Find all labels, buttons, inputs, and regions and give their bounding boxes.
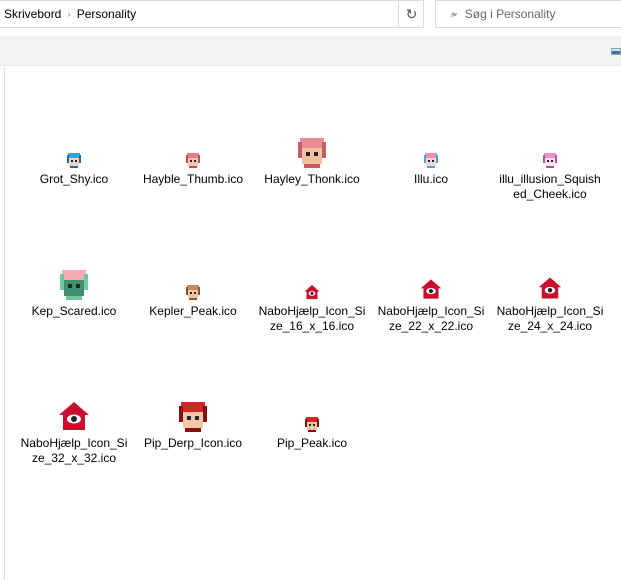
breadcrumb-item[interactable]: Skrivebord bbox=[4, 7, 61, 21]
search-placeholder: Søg i Personality bbox=[464, 7, 556, 21]
file-icon-box bbox=[137, 120, 249, 168]
file-name: Illu.ico bbox=[413, 172, 448, 186]
file-list: Grot_Shy.ico Hayble_Thumb.ico Hayley_Thonk… bbox=[4, 67, 621, 580]
file-icon-box bbox=[137, 252, 249, 300]
file-icon-box bbox=[18, 384, 130, 432]
file-item[interactable]: NaboHjælp_Icon_Size_24_x_24.ico bbox=[494, 252, 606, 334]
file-icon-box bbox=[137, 384, 249, 432]
file-item[interactable]: NaboHjælp_Icon_Size_16_x_16.ico bbox=[256, 252, 368, 334]
file-icon-box bbox=[256, 384, 368, 432]
file-name: NaboHjælp_Icon_Size_16_x_16.ico bbox=[258, 304, 366, 333]
blue-hair-character-icon bbox=[66, 152, 82, 168]
file-name: NaboHjælp_Icon_Size_24_x_24.ico bbox=[496, 304, 604, 333]
green-character-icon bbox=[58, 268, 90, 300]
file-icon-box bbox=[18, 252, 130, 300]
file-name: illu_illusion_Squished_Cheek.ico bbox=[499, 172, 601, 201]
file-item[interactable]: Hayble_Thumb.ico bbox=[137, 120, 249, 187]
file-item[interactable]: Kepler_Peak.ico bbox=[137, 252, 249, 319]
pink-hair-character-icon bbox=[542, 152, 558, 168]
refresh-icon: ↻ bbox=[405, 5, 418, 22]
red-house-eye-icon bbox=[420, 278, 442, 300]
toolbar bbox=[0, 36, 621, 66]
file-icon-box bbox=[494, 120, 606, 168]
file-item[interactable]: illu_illusion_Squished_Cheek.ico bbox=[494, 120, 606, 202]
file-name: Pip_Derp_Icon.ico bbox=[143, 436, 243, 450]
red-hair-character-icon bbox=[177, 400, 209, 432]
breadcrumb-item[interactable]: Personality bbox=[77, 7, 136, 21]
file-item[interactable]: NaboHjælp_Icon_Size_32_x_32.ico bbox=[18, 384, 130, 466]
red-hair-character-icon bbox=[304, 416, 320, 432]
search-input[interactable]: ⌕ Søg i Personality bbox=[435, 0, 621, 28]
file-name: Hayley_Thonk.ico bbox=[264, 172, 360, 186]
file-item[interactable]: NaboHjælp_Icon_Size_22_x_22.ico bbox=[375, 252, 487, 334]
file-icon-box bbox=[375, 252, 487, 300]
file-item[interactable]: Pip_Derp_Icon.ico bbox=[137, 384, 249, 451]
refresh-button[interactable]: ↻ bbox=[398, 0, 424, 28]
file-item[interactable]: Kep_Scared.ico bbox=[18, 252, 130, 319]
file-icon-box bbox=[375, 120, 487, 168]
file-name: Grot_Shy.ico bbox=[39, 172, 109, 186]
file-name: NaboHjælp_Icon_Size_22_x_22.ico bbox=[377, 304, 485, 333]
file-item[interactable]: Hayley_Thonk.ico bbox=[256, 120, 368, 187]
file-icon-box bbox=[494, 252, 606, 300]
red-house-eye-icon bbox=[58, 400, 90, 432]
address-bar[interactable]: Skrivebord › Personality bbox=[0, 0, 424, 28]
search-icon: ⌕ bbox=[450, 6, 457, 21]
file-icon-box bbox=[256, 120, 368, 168]
red-house-eye-icon bbox=[304, 284, 320, 300]
brown-hair-character-icon bbox=[185, 284, 201, 300]
pink-hair-character-icon bbox=[296, 136, 328, 168]
file-name: Hayble_Thumb.ico bbox=[142, 172, 244, 186]
file-item[interactable]: Illu.ico bbox=[375, 120, 487, 187]
file-name: Pip_Peak.ico bbox=[276, 436, 348, 450]
chevron-right-icon: › bbox=[67, 8, 71, 20]
red-house-eye-icon bbox=[538, 276, 562, 300]
file-name: Kep_Scared.ico bbox=[31, 304, 117, 318]
file-name: NaboHjælp_Icon_Size_32_x_32.ico bbox=[20, 436, 128, 465]
pink-hair-character-icon bbox=[185, 152, 201, 168]
file-icon-box bbox=[256, 252, 368, 300]
file-name: Kepler_Peak.ico bbox=[149, 304, 237, 318]
pink-cat-character-icon bbox=[423, 152, 439, 168]
preview-pane-icon[interactable] bbox=[611, 48, 621, 55]
file-icon-box bbox=[18, 120, 130, 168]
file-item[interactable]: Pip_Peak.ico bbox=[256, 384, 368, 451]
file-item[interactable]: Grot_Shy.ico bbox=[18, 120, 130, 187]
